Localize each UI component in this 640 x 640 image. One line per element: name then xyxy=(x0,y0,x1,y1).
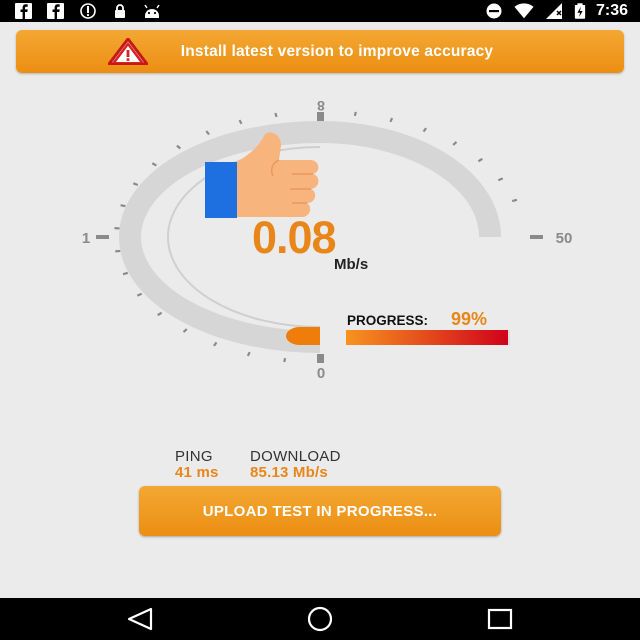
progress-value: 99% xyxy=(451,309,488,329)
recents-icon xyxy=(487,608,513,630)
gauge-tick xyxy=(238,119,243,125)
back-button[interactable] xyxy=(110,598,170,640)
gauge-tick xyxy=(511,198,518,203)
gauge-tick xyxy=(477,157,483,163)
progress-fill xyxy=(346,330,509,345)
gauge-tick xyxy=(422,127,427,133)
clock: 7:36 xyxy=(595,2,628,19)
speed-unit: Mb/s xyxy=(334,256,369,273)
speed-gauge: 8 0 1 50 0.08 Mb/s PROGRESS: 99% xyxy=(0,80,640,400)
ping-value: 41 ms xyxy=(175,464,219,481)
progress-label: PROGRESS: xyxy=(347,313,429,328)
upload-test-button[interactable]: UPLOAD TEST IN PROGRESS... xyxy=(139,486,501,536)
gauge-tick xyxy=(452,141,458,146)
vpn-icon xyxy=(80,3,96,19)
gauge-tick xyxy=(389,117,394,123)
gauge-tick xyxy=(205,130,210,136)
speed-value: 0.08 xyxy=(252,212,337,263)
home-icon xyxy=(307,606,333,632)
do-not-disturb-icon xyxy=(486,3,502,19)
battery-charging-icon xyxy=(574,3,586,19)
status-bar: 7:36 xyxy=(0,0,640,22)
gauge-tick xyxy=(132,182,139,187)
lock-icon xyxy=(115,4,125,18)
ping-label: PING xyxy=(175,448,213,465)
gauge-tick xyxy=(274,112,278,118)
gauge-tick xyxy=(182,328,188,333)
facebook-icon xyxy=(47,3,64,19)
gauge-tick xyxy=(353,111,357,117)
signal-icon xyxy=(545,3,562,19)
gauge-tick xyxy=(283,357,287,363)
wifi-icon xyxy=(514,3,534,19)
gauge-tick xyxy=(176,144,182,150)
gauge-tick xyxy=(497,177,504,182)
gauge-fill xyxy=(286,327,320,345)
download-label: DOWNLOAD xyxy=(250,448,341,465)
gauge-tick xyxy=(120,204,126,208)
scale-label-top: 8 xyxy=(317,98,325,114)
navigation-bar xyxy=(0,598,640,640)
download-value: 85.13 Mb/s xyxy=(250,464,328,481)
scale-label-max: 50 xyxy=(556,230,573,247)
update-banner[interactable]: Install latest version to improve accura… xyxy=(16,30,624,73)
progress-bar xyxy=(346,330,510,345)
gauge-tick xyxy=(136,292,143,297)
scale-label-min: 0 xyxy=(317,365,325,382)
back-icon xyxy=(127,607,153,631)
gauge-tick xyxy=(157,311,163,317)
gauge-tick xyxy=(246,351,251,357)
recents-button[interactable] xyxy=(470,598,530,640)
android-icon xyxy=(144,4,160,18)
gauge-tick xyxy=(151,162,157,167)
banner-text: Install latest version to improve accura… xyxy=(180,42,494,60)
scale-label-low: 1 xyxy=(82,230,90,247)
warning-icon xyxy=(108,38,148,65)
facebook-icon xyxy=(15,3,32,19)
home-button[interactable] xyxy=(290,598,350,640)
gauge-tick xyxy=(213,341,218,347)
gauge-tick xyxy=(122,271,129,276)
